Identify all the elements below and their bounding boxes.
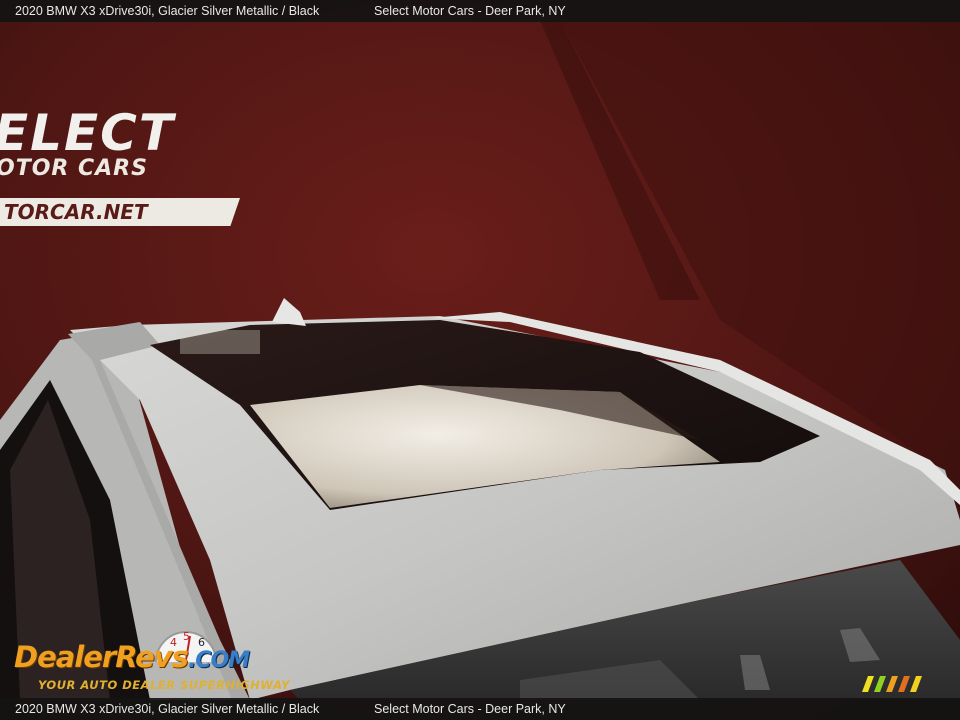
wall-sign-line1: ELECT [0,104,175,162]
watermark-brand: DealerRevs.COM [14,640,250,674]
caption-vehicle: 2020 BMW X3 xDrive30i, Glacier Silver Me… [15,4,320,18]
wall-sign-line2: OTOR CARS [0,156,148,181]
caption-dealer: Select Motor Cars - Deer Park, NY [374,4,566,18]
watermark-tagline: YOUR AUTO DEALER SUPERHIGHWAY [38,678,290,692]
wall-sign-line3: TORCAR.NET [0,198,240,226]
watermark-domain: .COM [187,648,250,673]
watermark-brand-name: DealerRevs [14,640,189,674]
caption-vehicle: 2020 BMW X3 xDrive30i, Glacier Silver Me… [15,702,320,716]
caption-dealer: Select Motor Cars - Deer Park, NY [374,702,566,716]
caption-bar-bottom: 2020 BMW X3 xDrive30i, Glacier Silver Me… [0,698,960,720]
color-stripes-logo [862,676,922,692]
caption-bar-top: 2020 BMW X3 xDrive30i, Glacier Silver Me… [0,0,960,22]
